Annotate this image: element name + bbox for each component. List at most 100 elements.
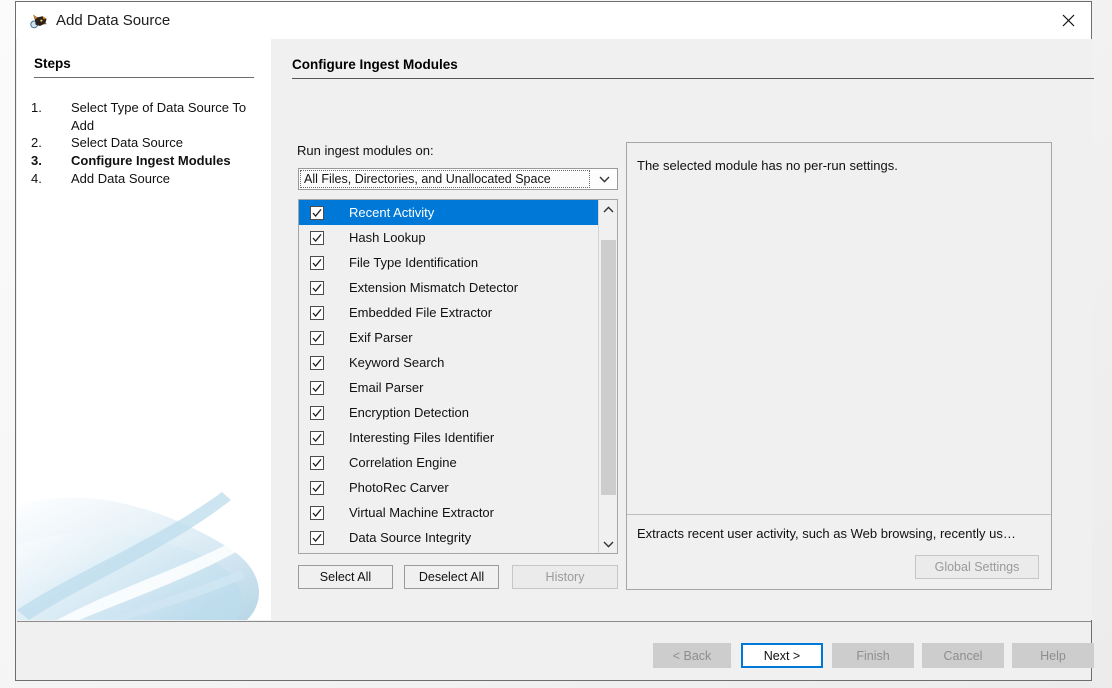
module-row[interactable]: Interesting Files Identifier: [299, 425, 598, 450]
module-label: File Type Identification: [335, 255, 478, 270]
module-label: PhotoRec Carver: [335, 480, 449, 495]
checkbox-checked-icon: [310, 281, 324, 295]
step-number: 1.: [31, 99, 53, 117]
back-button: < Back: [653, 643, 731, 668]
module-label: Recent Activity: [335, 205, 434, 220]
module-checkbox[interactable]: [299, 406, 335, 420]
scrollbar-track[interactable]: [599, 218, 617, 535]
module-settings-panel: The selected module has no per-run setti…: [626, 142, 1052, 590]
window-title: Add Data Source: [56, 10, 170, 31]
checkbox-checked-icon: [310, 481, 324, 495]
checkbox-checked-icon: [310, 406, 324, 420]
checkbox-checked-icon: [310, 506, 324, 520]
global-settings-button: Global Settings: [915, 555, 1039, 579]
step-number: 3.: [31, 152, 53, 170]
step-label: Add Data Source: [71, 170, 267, 188]
module-row[interactable]: File Type Identification: [299, 250, 598, 275]
module-checkbox[interactable]: [299, 306, 335, 320]
step-item-2: 2. Select Data Source: [31, 134, 267, 152]
checkbox-checked-icon: [310, 381, 324, 395]
module-row[interactable]: Recent Activity: [299, 200, 598, 225]
step-label: Select Data Source: [71, 134, 267, 152]
module-row[interactable]: Extension Mismatch Detector: [299, 275, 598, 300]
scrollbar-thumb[interactable]: [601, 240, 616, 495]
module-row[interactable]: Email Parser: [299, 375, 598, 400]
ingest-modules-list[interactable]: Recent Activity Hash Lookup File Type Iden…: [298, 199, 618, 554]
module-label: Interesting Files Identifier: [335, 430, 494, 445]
step-label: Select Type of Data Source To Add: [71, 99, 267, 134]
autopsy-logo-icon: [29, 11, 49, 31]
module-checkbox[interactable]: [299, 231, 335, 245]
history-button: History: [512, 565, 618, 589]
steps-divider: [34, 77, 254, 78]
page-title: Configure Ingest Modules: [292, 57, 458, 72]
module-label: Encryption Detection: [335, 405, 469, 420]
step-label: Configure Ingest Modules: [71, 152, 267, 170]
module-row[interactable]: Data Source Integrity: [299, 525, 598, 550]
module-row[interactable]: Correlation Engine: [299, 450, 598, 475]
decorative-swoosh-graphic: [17, 430, 271, 620]
title-divider: [292, 78, 1094, 79]
step-number: 2.: [31, 134, 53, 152]
ingest-scope-select[interactable]: All Files, Directories, and Unallocated …: [298, 168, 618, 190]
module-checkbox[interactable]: [299, 206, 335, 220]
select-all-button[interactable]: Select All: [298, 565, 393, 589]
title-bar: Add Data Source: [16, 2, 1091, 39]
checkbox-checked-icon: [310, 531, 324, 545]
module-row[interactable]: Virtual Machine Extractor: [299, 500, 598, 525]
add-data-source-dialog: Add Data Source Steps 1. Select Type of …: [15, 1, 1092, 681]
no-settings-message: The selected module has no per-run setti…: [637, 158, 898, 173]
module-checkbox[interactable]: [299, 481, 335, 495]
module-label: Hash Lookup: [335, 230, 426, 245]
module-label: Keyword Search: [335, 355, 444, 370]
checkbox-checked-icon: [310, 231, 324, 245]
ingest-scope-value: All Files, Directories, and Unallocated …: [300, 170, 590, 188]
module-row[interactable]: PhotoRec Carver: [299, 475, 598, 500]
module-checkbox[interactable]: [299, 431, 335, 445]
scroll-up-icon[interactable]: [599, 200, 617, 218]
module-label: Data Source Integrity: [335, 530, 471, 545]
close-icon[interactable]: [1045, 2, 1091, 38]
settings-divider: [627, 514, 1051, 515]
module-label: Email Parser: [335, 380, 423, 395]
module-checkbox[interactable]: [299, 331, 335, 345]
help-button: Help: [1012, 643, 1094, 668]
module-checkbox[interactable]: [299, 506, 335, 520]
scroll-down-icon[interactable]: [599, 535, 617, 553]
step-number: 4.: [31, 170, 53, 188]
cancel-button[interactable]: Cancel: [922, 643, 1004, 668]
vertical-scrollbar[interactable]: [598, 200, 617, 553]
module-checkbox[interactable]: [299, 256, 335, 270]
checkbox-checked-icon: [310, 356, 324, 370]
module-label: Virtual Machine Extractor: [335, 505, 494, 520]
module-checkbox[interactable]: [299, 381, 335, 395]
desktop-background: Add Data Source Steps 1. Select Type of …: [0, 0, 1112, 688]
checkbox-checked-icon: [310, 431, 324, 445]
module-row[interactable]: Encryption Detection: [299, 400, 598, 425]
module-label: Correlation Engine: [335, 455, 457, 470]
module-label: Embedded File Extractor: [335, 305, 492, 320]
module-checkbox[interactable]: [299, 531, 335, 545]
module-checkbox[interactable]: [299, 281, 335, 295]
module-row[interactable]: Keyword Search: [299, 350, 598, 375]
module-checkbox[interactable]: [299, 456, 335, 470]
ingest-modules-items: Recent Activity Hash Lookup File Type Iden…: [299, 200, 598, 553]
module-row[interactable]: Hash Lookup: [299, 225, 598, 250]
module-label: Extension Mismatch Detector: [335, 280, 518, 295]
checkbox-checked-icon: [310, 331, 324, 345]
next-button[interactable]: Next >: [741, 643, 823, 668]
checkbox-checked-icon: [310, 256, 324, 270]
dialog-footer: < Back Next > Finish Cancel Help: [17, 621, 1091, 680]
deselect-all-button[interactable]: Deselect All: [404, 565, 499, 589]
checkbox-checked-icon: [310, 456, 324, 470]
checkbox-checked-icon: [310, 206, 324, 220]
module-checkbox[interactable]: [299, 356, 335, 370]
run-ingest-modules-label: Run ingest modules on:: [297, 143, 434, 158]
module-row[interactable]: Exif Parser: [299, 325, 598, 350]
step-item-4: 4. Add Data Source: [31, 170, 267, 188]
configure-ingest-modules-panel: Configure Ingest Modules Run ingest modu…: [272, 39, 1092, 620]
steps-heading: Steps: [34, 56, 71, 71]
module-label: Exif Parser: [335, 330, 413, 345]
module-row[interactable]: Embedded File Extractor: [299, 300, 598, 325]
steps-panel: Steps 1. Select Type of Data Source To A…: [17, 39, 271, 620]
